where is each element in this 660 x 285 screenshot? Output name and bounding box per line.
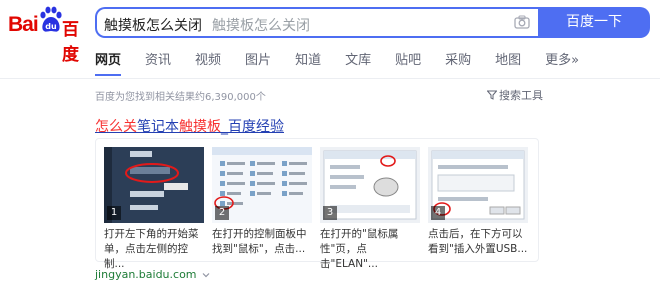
svg-text:du: du: [45, 22, 57, 31]
title-text: _百度经验: [221, 119, 284, 135]
source-url: jingyan.baidu.com: [95, 268, 197, 281]
title-text: 笔记本: [137, 119, 179, 135]
paw-icon: du: [40, 6, 62, 32]
step-thumbnail-2[interactable]: 2: [212, 147, 312, 223]
step-caption-1[interactable]: 打开左下角的开始菜单，点击左侧的控制...: [104, 227, 204, 272]
tab-more[interactable]: 更多»: [545, 50, 579, 80]
tab-zhidao[interactable]: 知道: [295, 50, 321, 80]
tab-images[interactable]: 图片: [245, 50, 271, 80]
logo-text-bai: Bai: [8, 13, 39, 36]
tab-wenku[interactable]: 文库: [345, 50, 371, 80]
search-tools-button[interactable]: 搜索工具: [487, 87, 543, 103]
step-cards: 1 打开左下角的开始菜单，点击左侧的控制... 2 在打开的控制面板中找到"鼠标…: [95, 138, 539, 270]
step-number: 3: [323, 206, 337, 220]
step-number: 1: [107, 206, 121, 220]
search-tabs: 网页 资讯 视频 图片 知道 文库 贴吧 采购 地图 更多»: [95, 50, 603, 80]
logo-text-baidu: 百度: [62, 20, 79, 65]
title-highlight: 怎么关: [95, 119, 137, 135]
search-button[interactable]: 百度一下: [538, 7, 650, 38]
chevron-down-icon[interactable]: [201, 271, 211, 279]
step-caption-3[interactable]: 在打开的"鼠标属性"页，点击"ELAN"...: [320, 227, 420, 272]
camera-icon[interactable]: [514, 15, 530, 29]
tab-web[interactable]: 网页: [95, 50, 122, 80]
tab-map[interactable]: 地图: [495, 50, 521, 80]
step-thumbnail-3[interactable]: 3: [320, 147, 420, 223]
tab-caigou[interactable]: 采购: [445, 50, 471, 80]
step-caption-4[interactable]: 点击后，在下方可以看到"插入外置USB...: [428, 227, 528, 257]
result-source[interactable]: jingyan.baidu.com: [95, 268, 211, 281]
step-thumbnail-4[interactable]: 4: [428, 147, 528, 223]
search-query-text: 触摸板怎么关闭 触摸板怎么关闭: [104, 15, 310, 35]
filter-icon: [487, 90, 497, 100]
step-number: 2: [215, 206, 229, 220]
search-tools-label: 搜索工具: [499, 89, 543, 102]
search-input[interactable]: 触摸板怎么关闭 触摸板怎么关闭: [95, 7, 538, 38]
tab-news[interactable]: 资讯: [145, 50, 171, 80]
search-query: 触摸板怎么关闭: [104, 18, 202, 34]
result-title-link[interactable]: 怎么关笔记本触摸板_百度经验: [95, 116, 284, 136]
result-count: 百度为您找到相关结果约6,390,000个: [95, 92, 266, 103]
tab-video[interactable]: 视频: [195, 50, 221, 80]
baidu-logo[interactable]: Bai du 百度: [8, 6, 92, 65]
tab-divider: [0, 78, 660, 79]
search-suggestion: 触摸板怎么关闭: [212, 18, 310, 34]
step-caption-2[interactable]: 在打开的控制面板中找到"鼠标"，点击...: [212, 227, 312, 257]
tab-tieba[interactable]: 贴吧: [395, 50, 421, 80]
title-highlight: 触摸板: [179, 119, 221, 135]
step-number: 4: [431, 206, 445, 220]
step-thumbnail-1[interactable]: 1: [104, 147, 204, 223]
